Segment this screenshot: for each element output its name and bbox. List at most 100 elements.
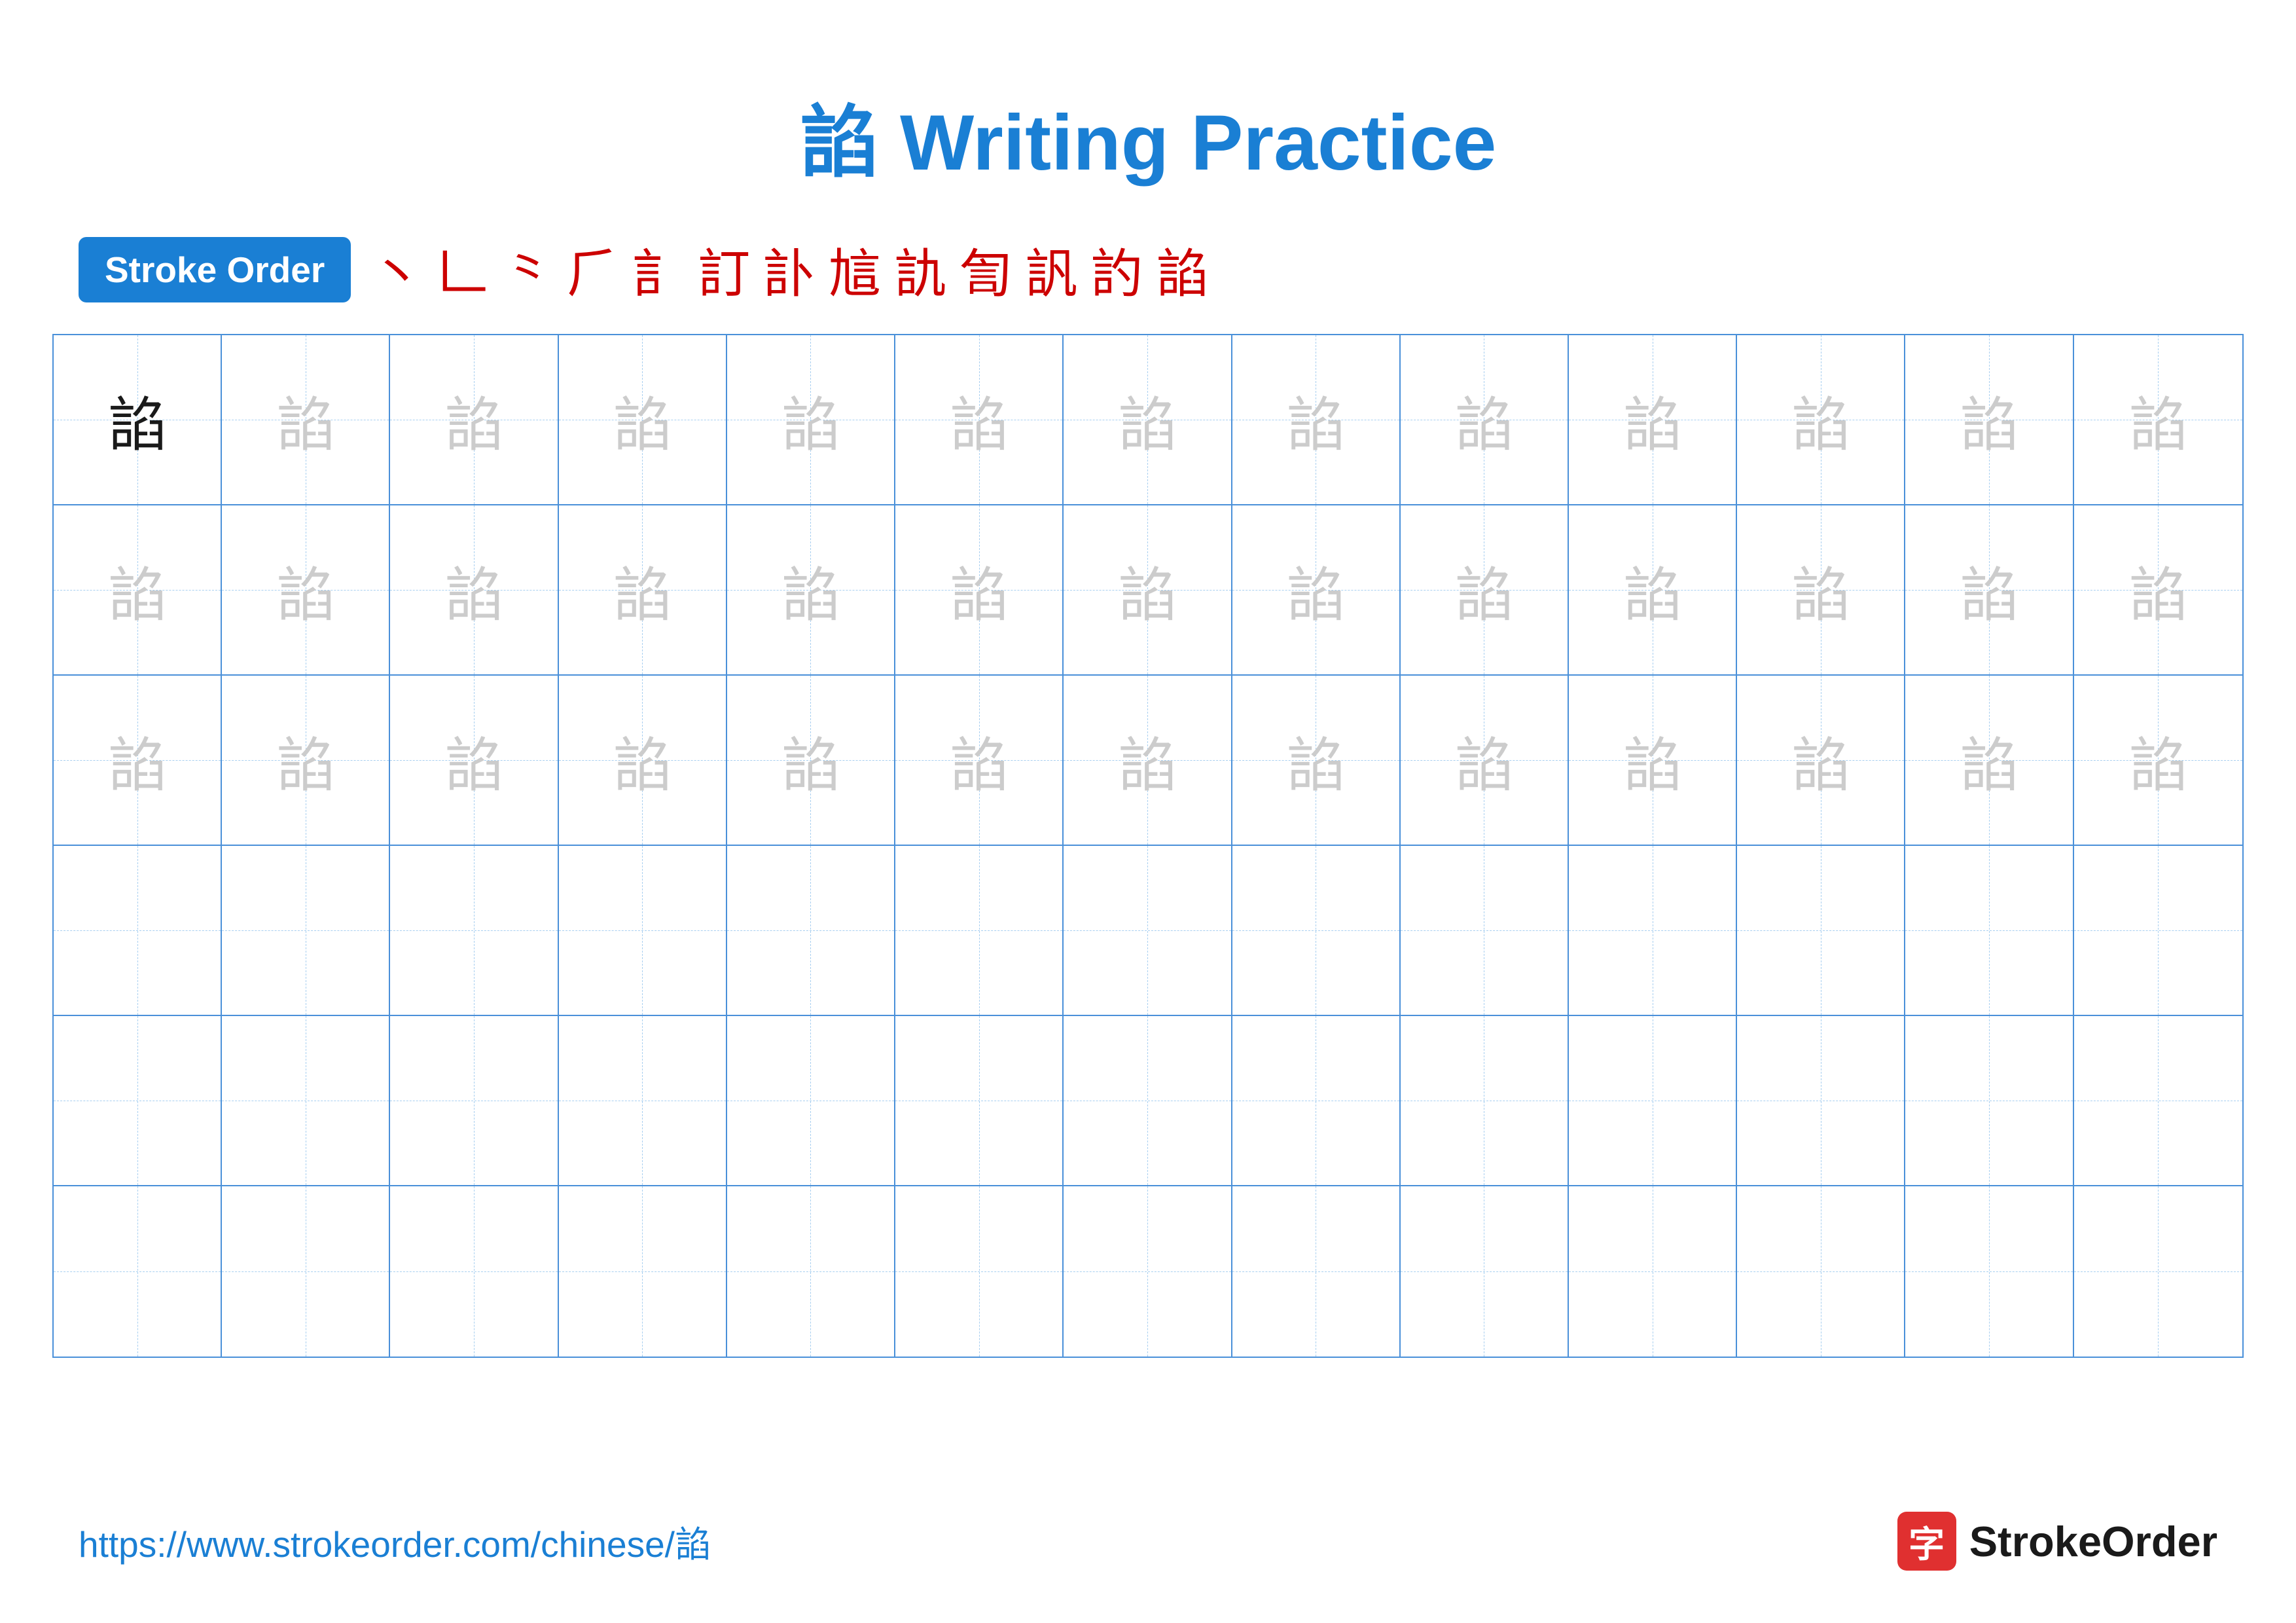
grid-cell[interactable]	[1737, 846, 1905, 1015]
grid-cell[interactable]	[895, 1186, 1064, 1357]
grid-cell[interactable]	[54, 846, 222, 1015]
grid-cell[interactable]: 諂	[1905, 676, 2073, 845]
grid-cell[interactable]	[895, 1016, 1064, 1185]
grid-cell[interactable]: 諂	[727, 676, 895, 845]
grid-cell[interactable]	[1737, 1186, 1905, 1357]
grid-cell[interactable]: 諂	[559, 335, 727, 504]
grid-cell[interactable]	[1401, 846, 1569, 1015]
grid-cell[interactable]: 諂	[1064, 505, 1232, 674]
practice-char: 諂	[108, 377, 167, 462]
grid-cell[interactable]	[559, 1186, 727, 1357]
grid-cell[interactable]: 諂	[1905, 335, 2073, 504]
grid-cell[interactable]	[1569, 1016, 1737, 1185]
grid-cell[interactable]: 諂	[727, 335, 895, 504]
grid-cell[interactable]: 諂	[1569, 505, 1737, 674]
grid-cell[interactable]	[559, 1016, 727, 1185]
grid-cell[interactable]	[1905, 846, 2073, 1015]
grid-cell[interactable]	[222, 1016, 390, 1185]
grid-cell[interactable]	[559, 846, 727, 1015]
grid-cell[interactable]: 諂	[559, 505, 727, 674]
stroke-4: ⺁	[567, 232, 619, 308]
practice-char: 諂	[781, 547, 840, 632]
grid-cell[interactable]	[390, 846, 558, 1015]
grid-cell[interactable]: 諂	[1232, 676, 1401, 845]
grid-cell[interactable]: 諂	[1905, 505, 2073, 674]
grid-cell[interactable]: 諂	[1232, 505, 1401, 674]
grid-cell[interactable]	[1064, 1186, 1232, 1357]
grid-cell[interactable]: 諂	[1737, 335, 1905, 504]
grid-cell[interactable]: 諂	[1569, 676, 1737, 845]
grid-cell[interactable]: 諂	[895, 505, 1064, 674]
grid-cell[interactable]: 諂	[1232, 335, 1401, 504]
practice-char: 諂	[781, 377, 840, 462]
grid-cell[interactable]: 諂	[895, 676, 1064, 845]
grid-cell[interactable]	[54, 1016, 222, 1185]
grid-cell[interactable]	[54, 1186, 222, 1357]
grid-cell[interactable]	[1064, 1016, 1232, 1185]
grid-cell[interactable]: 諂	[895, 335, 1064, 504]
grid-cell[interactable]: 諂	[559, 676, 727, 845]
grid-cell[interactable]: 諂	[1401, 676, 1569, 845]
practice-char: 諂	[276, 377, 335, 462]
grid-cell[interactable]	[1232, 1186, 1401, 1357]
grid-cell[interactable]: 諂	[54, 676, 222, 845]
grid-cell[interactable]	[390, 1186, 558, 1357]
grid-cell[interactable]	[1569, 846, 1737, 1015]
practice-char: 諂	[1118, 718, 1177, 803]
practice-char: 諂	[1118, 377, 1177, 462]
practice-char: 諂	[1623, 377, 1682, 462]
grid-cell[interactable]	[727, 1186, 895, 1357]
grid-cell[interactable]	[895, 846, 1064, 1015]
grid-cell[interactable]: 諂	[1569, 335, 1737, 504]
grid-cell[interactable]: 諂	[1401, 335, 1569, 504]
grid-cell[interactable]	[2074, 846, 2242, 1015]
grid-cell[interactable]: 諂	[390, 676, 558, 845]
grid-cell[interactable]	[1232, 1016, 1401, 1185]
grid-cell[interactable]	[390, 1016, 558, 1185]
grid-cell[interactable]	[1905, 1016, 2073, 1185]
grid-cell[interactable]: 諂	[222, 335, 390, 504]
practice-char: 諂	[1791, 718, 1850, 803]
practice-char: 諂	[1454, 718, 1513, 803]
grid-cell[interactable]: 諂	[1737, 505, 1905, 674]
grid-cell[interactable]	[1569, 1186, 1737, 1357]
grid-cell[interactable]: 諂	[54, 505, 222, 674]
practice-char: 諂	[1286, 547, 1345, 632]
practice-char: 諂	[950, 718, 1009, 803]
grid-cell[interactable]	[1232, 846, 1401, 1015]
grid-cell[interactable]: 諂	[1064, 335, 1232, 504]
practice-char: 諂	[108, 547, 167, 632]
grid-cell[interactable]: 諂	[222, 676, 390, 845]
grid-cell[interactable]: 諂	[390, 335, 558, 504]
grid-cell[interactable]	[1905, 1186, 2073, 1357]
grid-cell[interactable]: 諂	[2074, 505, 2242, 674]
stroke-12: 訋	[1090, 232, 1143, 308]
practice-char: 諂	[444, 547, 503, 632]
grid-cell[interactable]: 諂	[1737, 676, 1905, 845]
grid-cell[interactable]	[2074, 1186, 2242, 1357]
stroke-8: 訄	[829, 232, 881, 308]
grid-cell[interactable]	[1401, 1186, 1569, 1357]
grid-cell[interactable]	[1737, 1016, 1905, 1185]
grid-cell[interactable]	[1064, 846, 1232, 1015]
grid-cell[interactable]	[222, 846, 390, 1015]
grid-cell[interactable]: 諂	[727, 505, 895, 674]
grid-cell[interactable]: 諂	[1401, 505, 1569, 674]
grid-row-5	[54, 1016, 2242, 1186]
grid-cell[interactable]: 諂	[1064, 676, 1232, 845]
footer: https://www.strokeorder.com/chinese/諂 字 …	[0, 1512, 2296, 1571]
grid-row-2: 諂 諂 諂 諂 諂 諂 諂 諂 諂 諂 諂 諂 諂	[54, 505, 2242, 676]
grid-cell[interactable]	[1401, 1016, 1569, 1185]
grid-cell[interactable]: 諂	[222, 505, 390, 674]
grid-cell[interactable]	[727, 846, 895, 1015]
grid-cell[interactable]: 諂	[2074, 676, 2242, 845]
footer-url[interactable]: https://www.strokeorder.com/chinese/諂	[79, 1515, 711, 1567]
practice-char: 諂	[1791, 547, 1850, 632]
grid-cell[interactable]	[727, 1016, 895, 1185]
grid-cell[interactable]: 諂	[54, 335, 222, 504]
grid-cell[interactable]	[222, 1186, 390, 1357]
grid-cell[interactable]: 諂	[390, 505, 558, 674]
grid-cell[interactable]: 諂	[2074, 335, 2242, 504]
grid-cell[interactable]	[2074, 1016, 2242, 1185]
stroke-6: 訂	[698, 232, 750, 308]
